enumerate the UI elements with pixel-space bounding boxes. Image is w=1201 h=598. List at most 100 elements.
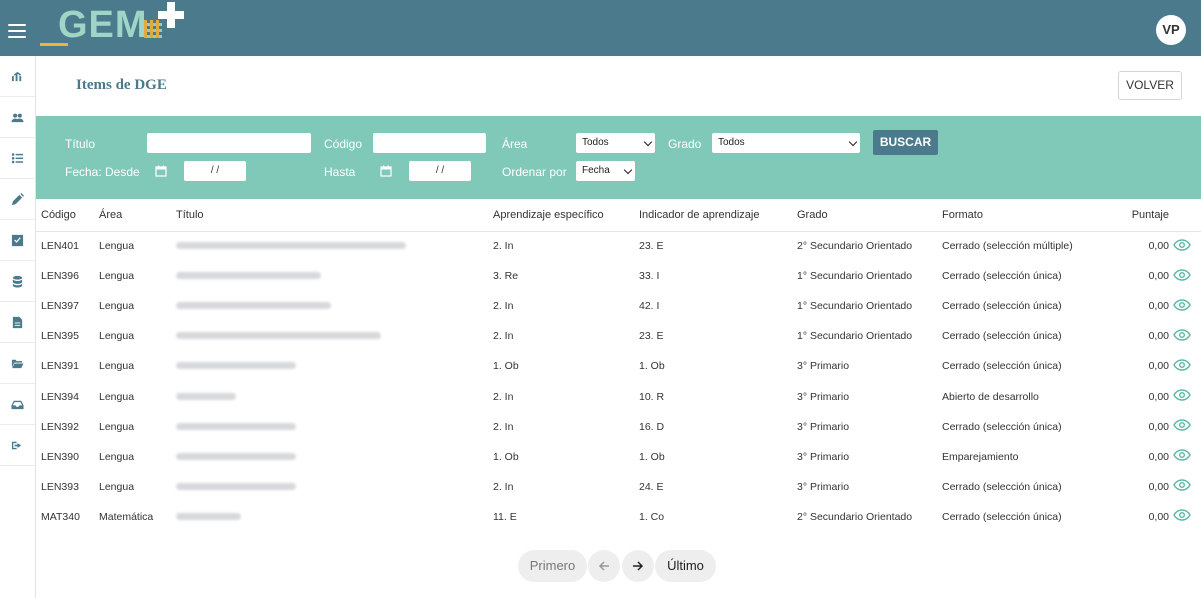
titulo-cell <box>171 291 488 321</box>
column-header-puntaje[interactable]: Puntaje <box>1083 199 1173 232</box>
grado-cell: 3° Primario <box>797 420 850 433</box>
column-header-titulo[interactable]: Título <box>171 199 488 232</box>
table-row[interactable]: LEN395 Lengua 2. In 23. E 1° Secundario Orie… <box>36 321 1201 351</box>
table-row[interactable]: MAT340 Matemática 11. E 1. Co 2° Secundario … <box>36 502 1201 532</box>
calendar-icon[interactable] <box>155 165 167 177</box>
ordenar-select-value: Fecha <box>582 165 610 176</box>
grado-cell: 1° Secundario Orientado <box>797 270 913 283</box>
eye-icon[interactable] <box>1173 419 1191 431</box>
actions-cell <box>1173 351 1201 381</box>
pagination-last-button[interactable]: Último <box>655 550 716 582</box>
eye-icon[interactable] <box>1173 449 1191 461</box>
pagination-prev-button[interactable] <box>588 550 620 582</box>
search-button[interactable]: BUSCAR <box>873 130 938 155</box>
table-row[interactable]: LEN396 Lengua 3. Re 33. I 1° Secundario Orie… <box>36 261 1201 291</box>
eye-icon[interactable] <box>1173 329 1191 341</box>
eye-icon[interactable] <box>1173 359 1191 371</box>
formato-cell: Abierto de desarrollo <box>942 390 1039 403</box>
area-label: Área <box>502 137 528 151</box>
column-header-indicador[interactable]: Indicador de aprendizaje <box>634 199 792 232</box>
sidebar-item-tasks[interactable] <box>0 220 35 261</box>
table-row[interactable]: LEN392 Lengua 2. In 16. D 3° Primario Cerrado… <box>36 412 1201 442</box>
eye-icon[interactable] <box>1173 509 1191 522</box>
column-header-aprendizaje[interactable]: Aprendizaje específico <box>488 199 634 232</box>
area-cell: Lengua <box>99 420 135 433</box>
fecha-desde-input[interactable]: / / <box>184 161 246 181</box>
pagination-first-button[interactable]: Primero <box>518 550 587 582</box>
codigo-input[interactable] <box>373 133 486 153</box>
checkbox-icon <box>11 234 24 246</box>
sidebar-item-dashboard[interactable] <box>0 56 35 97</box>
column-header-codigo[interactable]: Código <box>36 199 94 232</box>
sidebar-item-list[interactable] <box>0 138 35 179</box>
indicador-cell: 24. E <box>639 480 664 493</box>
sidebar-item-logout[interactable] <box>0 425 35 466</box>
area-select[interactable]: Todos <box>576 133 655 153</box>
sidebar-item-database[interactable] <box>0 261 35 302</box>
fecha-hasta-input[interactable]: / / <box>409 161 471 181</box>
aprendizaje-cell: 2. In <box>493 420 514 433</box>
aprendizaje-cell: 2. In <box>493 390 514 403</box>
redacted-title <box>176 242 406 250</box>
sidebar-item-users[interactable] <box>0 97 35 138</box>
puntaje-cell: 0,00 <box>1148 390 1169 403</box>
users-icon <box>11 113 24 122</box>
eye-icon[interactable] <box>1173 389 1191 401</box>
titulo-input[interactable] <box>147 133 311 153</box>
back-button[interactable]: VOLVER <box>1118 71 1182 100</box>
formato-cell: Cerrado (selección única) <box>942 330 1062 343</box>
fecha-desde-label: Fecha: Desde <box>65 165 140 179</box>
sidebar-item-folders[interactable] <box>0 343 35 384</box>
logo-text: GEM <box>58 4 148 46</box>
codigo-cell: LEN392 <box>41 420 79 433</box>
area-cell: Lengua <box>99 330 135 343</box>
sidebar-item-inbox[interactable] <box>0 384 35 425</box>
user-avatar[interactable]: VP <box>1156 15 1186 45</box>
grado-cell: 3° Primario <box>797 390 850 403</box>
gem-logo[interactable]: GEM <box>40 2 190 50</box>
page-title: Items de DGE <box>76 77 167 93</box>
column-header-area[interactable]: Área <box>94 199 171 232</box>
eye-icon[interactable] <box>1173 239 1191 251</box>
titulo-cell <box>171 261 488 291</box>
area-cell: Lengua <box>99 450 135 463</box>
table-row[interactable]: LEN393 Lengua 2. In 24. E 3° Primario Cerrado… <box>36 472 1201 502</box>
titulo-cell <box>171 351 488 381</box>
actions-cell <box>1173 321 1201 351</box>
eye-icon[interactable] <box>1173 268 1191 281</box>
database-icon <box>12 275 23 288</box>
table-row[interactable]: LEN390 Lengua 1. Ob 1. Ob 3° Primario Emparej… <box>36 442 1201 472</box>
eye-icon[interactable] <box>1173 479 1191 491</box>
table-row[interactable]: LEN397 Lengua 2. In 42. I 1° Secundario Orie… <box>36 291 1201 321</box>
calendar-icon[interactable] <box>380 165 392 177</box>
codigo-cell: LEN395 <box>41 330 79 343</box>
titulo-cell <box>171 381 488 411</box>
grado-cell: 3° Primario <box>797 450 850 463</box>
area-cell: Lengua <box>99 360 135 373</box>
redacted-title <box>176 452 296 460</box>
sidebar-item-documents[interactable] <box>0 302 35 343</box>
pagination-next-button[interactable] <box>622 550 654 582</box>
table-row[interactable]: LEN394 Lengua 2. In 10. R 3° Primario Abierto… <box>36 381 1201 411</box>
codigo-cell: LEN394 <box>41 390 79 403</box>
ordenar-select[interactable]: Fecha <box>576 161 635 181</box>
area-select-value: Todos <box>582 137 609 148</box>
eye-icon[interactable] <box>1173 299 1191 311</box>
top-bar: GEM VP <box>0 0 1201 56</box>
codigo-cell: LEN397 <box>41 300 79 313</box>
indicador-cell: 1. Co <box>639 510 665 523</box>
actions-cell <box>1173 261 1201 291</box>
menu-icon[interactable] <box>8 24 26 40</box>
grado-select[interactable]: Todos <box>712 133 860 153</box>
sidebar-item-edit[interactable] <box>0 179 35 220</box>
column-header-formato[interactable]: Formato <box>937 199 1083 232</box>
actions-cell <box>1173 291 1201 321</box>
aprendizaje-cell: 1. Ob <box>493 360 519 373</box>
puntaje-cell: 0,00 <box>1148 300 1169 313</box>
column-header-grado[interactable]: Grado <box>792 199 937 232</box>
table-header-row: Código Área Título Aprendizaje específic… <box>36 199 1201 232</box>
aprendizaje-cell: 11. E <box>493 510 517 523</box>
table-row[interactable]: LEN391 Lengua 1. Ob 1. Ob 3° Primario Cerrado… <box>36 351 1201 381</box>
table-row[interactable]: LEN401 Lengua 2. In 23. E 2° Secundario Orie… <box>36 231 1201 261</box>
area-cell: Lengua <box>99 270 135 283</box>
